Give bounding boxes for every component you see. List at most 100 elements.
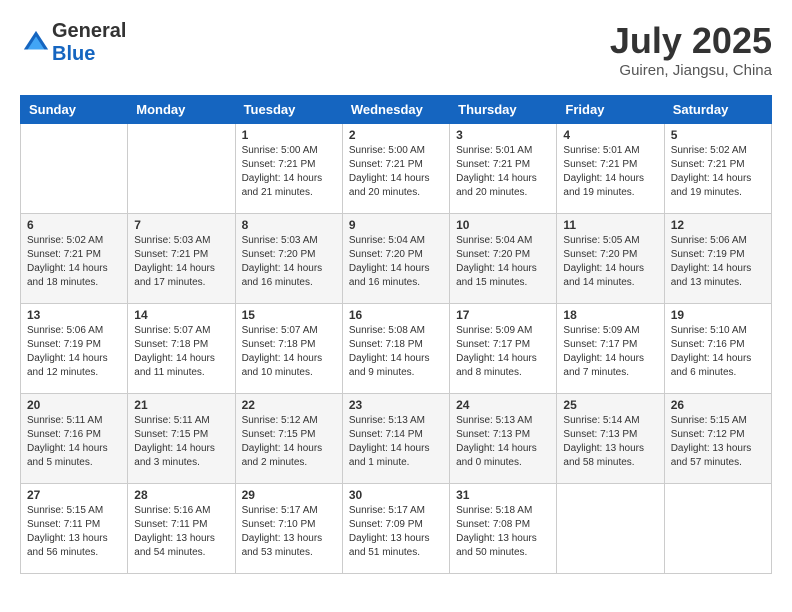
- cell-line: and 11 minutes.: [134, 367, 204, 378]
- cell-line: Sunset: 7:10 PM: [242, 519, 316, 530]
- cell-line: Daylight: 14 hours: [242, 353, 323, 364]
- cell-line: Daylight: 14 hours: [349, 263, 430, 274]
- cell-line: Sunset: 7:12 PM: [671, 429, 745, 440]
- cell-line: Daylight: 13 hours: [349, 533, 430, 544]
- day-number: 5: [671, 128, 765, 142]
- cell-line: Daylight: 14 hours: [563, 173, 644, 184]
- cell-line: Sunrise: 5:11 AM: [27, 415, 102, 426]
- calendar-cell: 27 Sunrise: 5:15 AMSunset: 7:11 PMDayligh…: [21, 484, 128, 574]
- cell-content: Sunrise: 5:09 AMSunset: 7:17 PMDaylight:…: [563, 324, 657, 380]
- calendar-cell: 15Sunrise: 5:07 AMSunset: 7:18 PMDayligh…: [235, 304, 342, 394]
- calendar-cell: [557, 484, 664, 574]
- cell-content: Sunrise: 5:03 AMSunset: 7:20 PMDaylight:…: [242, 234, 336, 290]
- cell-content: Sunrise: 5:17 AMSunset: 7:10 PMDaylight:…: [242, 504, 336, 560]
- cell-line: Sunrise: 5:12 AM: [242, 415, 318, 426]
- cell-content: Sunrise: 5:00 AMSunset: 7:21 PMDaylight:…: [349, 144, 443, 200]
- cell-line: and 19 minutes.: [563, 187, 634, 198]
- cell-line: Sunset: 7:19 PM: [671, 249, 745, 260]
- cell-line: Sunset: 7:15 PM: [242, 429, 316, 440]
- calendar-cell: 3 Sunrise: 5:01 AMSunset: 7:21 PMDaylight…: [450, 124, 557, 214]
- cell-line: Sunrise: 5:02 AM: [671, 145, 747, 156]
- day-number: 11: [563, 218, 657, 232]
- calendar-cell: 6Sunrise: 5:02 AMSunset: 7:21 PMDaylight…: [21, 214, 128, 304]
- calendar-cell: 30Sunrise: 5:17 AMSunset: 7:09 PMDayligh…: [342, 484, 449, 574]
- cell-line: Daylight: 14 hours: [349, 173, 430, 184]
- cell-line: Daylight: 14 hours: [563, 353, 644, 364]
- day-number: 12: [671, 218, 765, 232]
- cell-line: Daylight: 14 hours: [349, 443, 430, 454]
- cell-line: Sunrise: 5:10 AM: [671, 325, 747, 336]
- cell-line: Sunrise: 5:01 AM: [563, 145, 639, 156]
- cell-content: Sunrise: 5:11 AMSunset: 7:16 PMDaylight:…: [27, 414, 121, 470]
- day-number: 27: [27, 488, 121, 502]
- cell-line: Sunset: 7:17 PM: [456, 339, 530, 350]
- cell-line: Sunrise: 5:08 AM: [349, 325, 425, 336]
- calendar-cell: 16Sunrise: 5:08 AMSunset: 7:18 PMDayligh…: [342, 304, 449, 394]
- calendar-cell: 25Sunrise: 5:14 AMSunset: 7:13 PMDayligh…: [557, 394, 664, 484]
- cell-line: Sunrise: 5:01 AM: [456, 145, 532, 156]
- cell-line: and 0 minutes.: [456, 457, 522, 468]
- calendar-cell: 19Sunrise: 5:10 AMSunset: 7:16 PMDayligh…: [664, 304, 771, 394]
- weekday-header-wednesday: Wednesday: [342, 96, 449, 124]
- cell-line: Daylight: 14 hours: [671, 263, 752, 274]
- day-number: 13: [27, 308, 121, 322]
- cell-line: Sunset: 7:21 PM: [671, 159, 745, 170]
- cell-line: and 5 minutes.: [27, 457, 93, 468]
- cell-line: Sunrise: 5:17 AM: [349, 505, 425, 516]
- cell-content: Sunrise: 5:15 AMSunset: 7:11 PMDaylight:…: [27, 504, 121, 560]
- calendar-cell: 23 Sunrise: 5:13 AMSunset: 7:14 PMDayligh…: [342, 394, 449, 484]
- cell-line: Daylight: 13 hours: [671, 443, 752, 454]
- day-number: 18: [563, 308, 657, 322]
- weekday-header-sunday: Sunday: [21, 96, 128, 124]
- cell-line: Daylight: 14 hours: [242, 443, 323, 454]
- calendar-cell: 10Sunrise: 5:04 AMSunset: 7:20 PMDayligh…: [450, 214, 557, 304]
- cell-content: Sunrise: 5:13 AMSunset: 7:14 PMDaylight:…: [349, 414, 443, 470]
- day-number: 28: [134, 488, 228, 502]
- day-number: 20: [27, 398, 121, 412]
- cell-content: Sunrise: 5:11 AMSunset: 7:15 PMDaylight:…: [134, 414, 228, 470]
- cell-line: Sunset: 7:13 PM: [563, 429, 637, 440]
- cell-line: and 7 minutes.: [563, 367, 629, 378]
- calendar-cell: 28Sunrise: 5:16 AMSunset: 7:11 PMDayligh…: [128, 484, 235, 574]
- cell-line: Daylight: 14 hours: [671, 173, 752, 184]
- weekday-header-saturday: Saturday: [664, 96, 771, 124]
- day-number: 3: [456, 128, 550, 142]
- cell-content: Sunrise: 5:06 AMSunset: 7:19 PMDaylight:…: [671, 234, 765, 290]
- cell-line: Sunset: 7:18 PM: [134, 339, 208, 350]
- logo-blue-text: Blue: [52, 43, 95, 65]
- cell-line: Sunrise: 5:17 AM: [242, 505, 318, 516]
- calendar-cell: 4Sunrise: 5:01 AMSunset: 7:21 PMDaylight…: [557, 124, 664, 214]
- cell-line: Sunrise: 5:03 AM: [242, 235, 318, 246]
- calendar-cell: 20 Sunrise: 5:11 AMSunset: 7:16 PMDayligh…: [21, 394, 128, 484]
- cell-line: Daylight: 13 hours: [27, 533, 108, 544]
- day-number: 21: [134, 398, 228, 412]
- cell-line: Sunset: 7:18 PM: [349, 339, 423, 350]
- cell-content: Sunrise: 5:17 AMSunset: 7:09 PMDaylight:…: [349, 504, 443, 560]
- day-number: 24: [456, 398, 550, 412]
- cell-line: Sunset: 7:08 PM: [456, 519, 530, 530]
- calendar-cell: 26Sunrise: 5:15 AMSunset: 7:12 PMDayligh…: [664, 394, 771, 484]
- cell-line: and 12 minutes.: [27, 367, 98, 378]
- cell-line: and 20 minutes.: [456, 187, 527, 198]
- cell-line: Sunrise: 5:15 AM: [27, 505, 103, 516]
- cell-line: Sunset: 7:18 PM: [242, 339, 316, 350]
- weekday-header-monday: Monday: [128, 96, 235, 124]
- day-number: 29: [242, 488, 336, 502]
- cell-line: and 8 minutes.: [456, 367, 522, 378]
- cell-line: Sunrise: 5:02 AM: [27, 235, 103, 246]
- cell-line: and 6 minutes.: [671, 367, 737, 378]
- cell-line: Daylight: 14 hours: [456, 443, 537, 454]
- cell-line: Sunset: 7:21 PM: [242, 159, 316, 170]
- weekday-header-friday: Friday: [557, 96, 664, 124]
- cell-line: and 3 minutes.: [134, 457, 200, 468]
- day-number: 23: [349, 398, 443, 412]
- cell-line: Sunset: 7:20 PM: [242, 249, 316, 260]
- cell-content: Sunrise: 5:15 AMSunset: 7:12 PMDaylight:…: [671, 414, 765, 470]
- cell-line: and 2 minutes.: [242, 457, 308, 468]
- calendar-cell: 14Sunrise: 5:07 AMSunset: 7:18 PMDayligh…: [128, 304, 235, 394]
- logo-icon: [22, 29, 50, 57]
- cell-content: Sunrise: 5:01 AMSunset: 7:21 PMDaylight:…: [456, 144, 550, 200]
- day-number: 17: [456, 308, 550, 322]
- cell-line: Daylight: 14 hours: [456, 263, 537, 274]
- cell-line: and 20 minutes.: [349, 187, 420, 198]
